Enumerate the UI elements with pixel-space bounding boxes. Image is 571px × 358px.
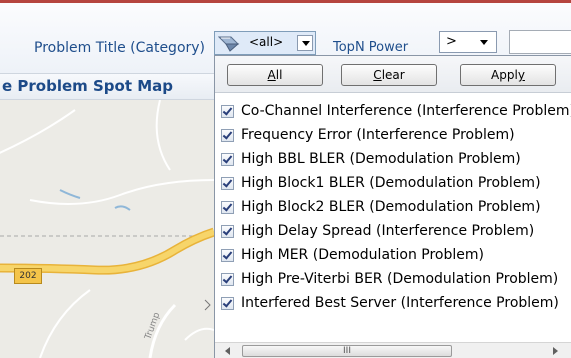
clear-button[interactable]: Clear — [341, 64, 437, 86]
list-item[interactable]: High Block1 BLER (Demodulation Problem) — [215, 172, 571, 196]
select-all-button[interactable]: All — [227, 64, 323, 86]
checkbox[interactable] — [221, 225, 234, 238]
scrollbar-thumb[interactable]: III — [242, 345, 452, 357]
route-202-badge: 202 — [14, 268, 42, 284]
map-panel-title: e Problem Spot Map — [2, 77, 174, 95]
filter-selected-value: <all> — [249, 35, 284, 49]
list-item[interactable]: Interfered Best Server (Interference Pro… — [215, 292, 571, 316]
scroll-left-arrow-icon[interactable] — [225, 347, 230, 355]
problem-title-label: Problem Title (Category) — [34, 40, 206, 56]
funnel-icon — [217, 34, 240, 52]
checkbox[interactable] — [221, 153, 234, 166]
topn-operator-select[interactable]: > — [439, 31, 497, 53]
map-panel-header: e Problem Spot Map — [0, 73, 214, 100]
checkbox[interactable] — [221, 273, 234, 286]
checkbox[interactable] — [221, 249, 234, 262]
category-filter-popup: All Clear Apply Co-Channel Interference … — [214, 55, 571, 358]
list-item[interactable]: High MER (Demodulation Problem) — [215, 244, 571, 268]
chevron-down-icon[interactable] — [297, 35, 313, 51]
topn-value-input[interactable] — [509, 30, 571, 54]
problem-spot-map[interactable]: Trump 202 — [0, 100, 214, 358]
checkbox[interactable] — [221, 105, 234, 118]
chevron-down-icon — [480, 40, 488, 45]
checkbox[interactable] — [221, 201, 234, 214]
list-item[interactable]: High BBL BLER (Demodulation Problem) — [215, 148, 571, 172]
horizontal-scrollbar[interactable]: III — [215, 342, 571, 358]
problem-category-filter-dropdown[interactable]: <all> — [214, 31, 316, 55]
filter-button-bar: All Clear Apply — [215, 56, 571, 93]
list-item[interactable]: Co-Channel Interference (Interference Pr… — [215, 100, 571, 124]
category-checklist: Co-Channel Interference (Interference Pr… — [215, 100, 571, 316]
topn-power-label: TopN Power — [333, 40, 409, 55]
checkbox[interactable] — [221, 297, 234, 310]
list-item[interactable]: Frequency Error (Interference Problem) — [215, 124, 571, 148]
list-item[interactable]: High Block2 BLER (Demodulation Problem) — [215, 196, 571, 220]
operator-value: > — [446, 34, 457, 49]
scroll-right-arrow-icon[interactable] — [553, 347, 558, 355]
list-item[interactable]: High Pre-Viterbi BER (Demodulation Probl… — [215, 268, 571, 292]
apply-button[interactable]: Apply — [460, 64, 556, 86]
checkbox[interactable] — [221, 129, 234, 142]
checkbox[interactable] — [221, 177, 234, 190]
list-item[interactable]: High Delay Spread (Interference Problem) — [215, 220, 571, 244]
map-tiles: Trump — [0, 100, 214, 358]
